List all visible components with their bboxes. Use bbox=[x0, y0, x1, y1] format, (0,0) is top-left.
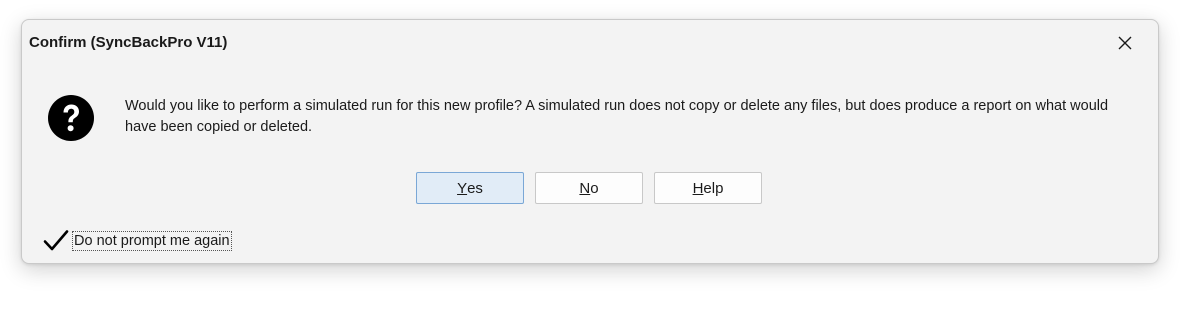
checkmark-icon bbox=[43, 230, 69, 251]
do-not-prompt-checkbox[interactable]: Do not prompt me again bbox=[43, 229, 232, 253]
close-button[interactable] bbox=[1112, 30, 1138, 56]
title-bar: Confirm (SyncBackPro V11) bbox=[22, 20, 1158, 66]
no-button[interactable]: No bbox=[535, 172, 643, 204]
dialog-message: Would you like to perform a simulated ru… bbox=[125, 98, 1109, 135]
confirm-dialog: Confirm (SyncBackPro V11) Would you like… bbox=[21, 19, 1159, 264]
no-button-mnemonic: N bbox=[579, 179, 591, 197]
screen: Confirm (SyncBackPro V11) Would you like… bbox=[0, 0, 1200, 330]
yes-button-label: es bbox=[467, 179, 483, 197]
help-button[interactable]: Help bbox=[654, 172, 762, 204]
help-button-mnemonic: H bbox=[692, 179, 704, 197]
checkbox-label: Do not prompt me again bbox=[72, 231, 232, 251]
question-icon bbox=[48, 95, 94, 141]
yes-button[interactable]: Yes bbox=[416, 172, 524, 204]
dialog-title: Confirm (SyncBackPro V11) bbox=[29, 34, 228, 51]
help-button-label: elp bbox=[703, 179, 724, 197]
no-button-label: o bbox=[590, 179, 599, 197]
close-icon bbox=[1118, 36, 1132, 50]
yes-button-mnemonic: Y bbox=[457, 179, 468, 197]
